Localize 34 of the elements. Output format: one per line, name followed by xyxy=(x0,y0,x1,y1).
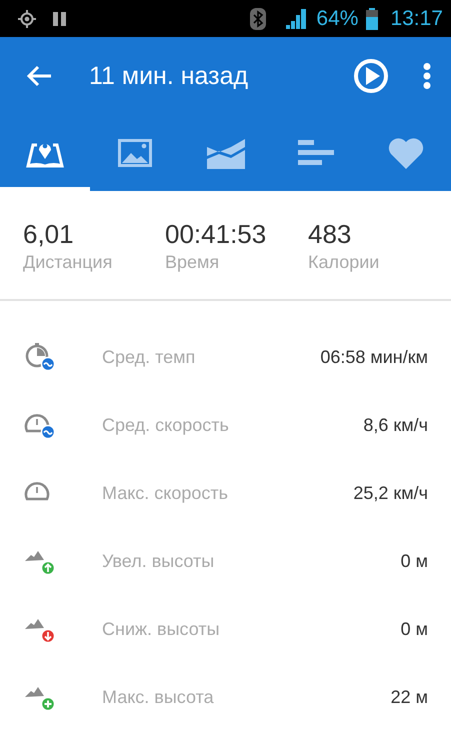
metric-value: 0 м xyxy=(400,550,428,572)
metric-value: 06:58 мин/км xyxy=(320,346,428,368)
metric-label: Сред. скорость xyxy=(102,414,230,436)
stat-value: 6,01 xyxy=(23,219,74,249)
bluetooth-icon xyxy=(250,8,266,30)
stat-value: 00:41:53 xyxy=(165,219,266,249)
heart-icon xyxy=(388,137,424,169)
screen-title: 11 мин. назад xyxy=(89,62,250,90)
metric-value: 0 м xyxy=(400,618,428,640)
back-icon[interactable] xyxy=(26,65,52,87)
metric-value: 25,2 км/ч xyxy=(353,482,428,504)
play-icon[interactable] xyxy=(353,59,389,93)
stopwatch-icon xyxy=(24,342,56,372)
metric-value: 22 м xyxy=(390,686,428,708)
more-icon[interactable] xyxy=(423,63,431,89)
metric-label: Сниж. высоты xyxy=(102,618,221,640)
battery-percent: 64% xyxy=(316,6,358,30)
metric-label: Макс. скорость xyxy=(102,482,230,504)
image-icon xyxy=(118,139,152,167)
stat-label: Калории xyxy=(308,251,380,273)
metric-label: Макс. высота xyxy=(102,686,215,708)
pause-icon xyxy=(52,10,68,26)
signal-icon xyxy=(286,8,308,28)
stat-value: 483 xyxy=(308,219,352,249)
list-icon xyxy=(298,139,334,167)
stat-label: Время xyxy=(165,251,220,273)
metric-label: Увел. высоты xyxy=(102,550,216,572)
metric-value: 8,6 км/ч xyxy=(363,414,428,436)
area-chart-icon xyxy=(206,137,244,169)
battery-icon xyxy=(366,8,378,30)
location-icon xyxy=(18,10,36,28)
stat-label: Дистанция xyxy=(23,251,112,273)
metric-label: Сред. темп xyxy=(102,346,196,368)
clock: 13:17 xyxy=(390,6,443,30)
